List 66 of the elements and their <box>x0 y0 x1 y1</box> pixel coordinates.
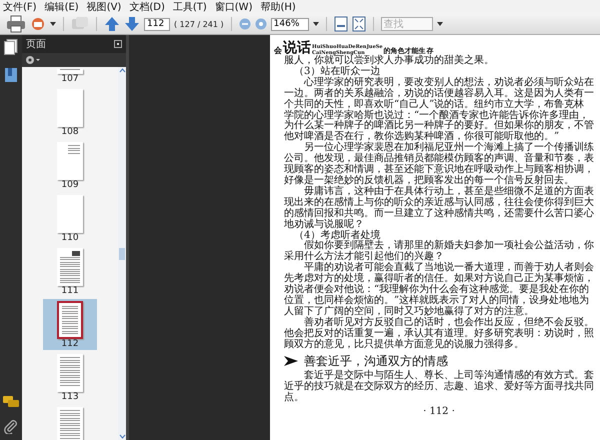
page-field[interactable]: 112 <box>144 18 170 30</box>
page-number-label: 110 <box>61 233 79 243</box>
subheading: （3）站在听众一边 <box>293 66 380 77</box>
scroll-up-icon[interactable] <box>118 67 126 74</box>
scroll-down-icon[interactable] <box>118 433 126 440</box>
pages-icon[interactable] <box>4 39 18 55</box>
paragraph: 毋庸讳言，这种由于在具体行动上，甚至是些细微不足道的方面表现出来的在感情上与你的听众的亲近感与认同感，往往会使你得到巨大的感情回报和共鸣。而一旦建立了这种感情共鸣，还需要什么苦口婆心地劝诫与说服呢？ <box>284 186 594 230</box>
paragraph: 平庸的劝说者可能会直截了当地说一番大道理，而善于劝人者则会先考虑对方的处境，赢得听者的信任。如果对方说自己正为某事烦恼，劝说者便会对他说：“我理解你为什么会有这种感觉。要是我处在你的位置，也同样会烦恼的。”这样就既表示了对人的同情，设身处地地为人留下了广阔的空间，同时又巧妙地赢得了对方的注意。 <box>284 263 594 317</box>
caret-icon[interactable] <box>436 22 443 26</box>
page-number: · 112 · <box>422 407 456 418</box>
menu-item[interactable]: 文档(D) <box>129 0 165 14</box>
paragraph: 另一位心理学家裴恩在加利福尼亚州一个海滩上搞了一个传播训练公司。他发现，最佳商品推销员都能模仿顾客的声调、音量和节奏，表现顾客的姿态和情调，甚至还能下意识地在呼吸动作上与顾客相协调，好像是一架绝妙的反馈机器，把顾客发出的每一个信号反射回去。 <box>284 143 594 186</box>
logo-text: 会 <box>274 45 282 56</box>
menu-item[interactable]: 帮助(H) <box>260 0 296 14</box>
fit-page-icon[interactable] <box>334 16 348 32</box>
comment-icon[interactable] <box>3 396 19 408</box>
page-thumbnail[interactable]: 111 <box>43 246 97 297</box>
page-thumbnail[interactable]: 113 <box>43 352 97 403</box>
paragraph: 假如你要到隔壁去，请那里的新婚夫妇参加一项社会公益活动，你采用什么方法才能引起他们的兴趣？ <box>284 241 594 262</box>
bookmark-icon[interactable] <box>4 67 18 83</box>
menu-item[interactable]: 工具(T) <box>172 0 207 14</box>
page-thumbnail[interactable]: 109 <box>43 140 97 191</box>
panel-title: 页面 <box>26 38 46 51</box>
page-preview <box>57 248 83 286</box>
subheading: （4）考虑听者处境 <box>293 230 380 240</box>
disabled-icon <box>71 16 89 32</box>
up-arrow-icon[interactable] <box>104 16 120 32</box>
page-thumbnail[interactable]: 110 <box>43 193 97 244</box>
search-field[interactable]: 查找 <box>380 17 433 31</box>
paragraph: 心理学家的研究表明，要改变别人的想法，劝说者必须与听众站在一边。两者的关系越融洽，劝说的话便越容易入耳。这是因为人类有一个共同的天性，即喜欢听“自己人”说的话。纽约市立大学，布鲁克林学院的心理学家哈斯也说过：“一个酿酒专家也许能告诉你许多理由，为什么某一种牌子的啤酒比另一种牌子的要好。但如果你的朋友，不管他对啤酒是否在行，教你选购某种啤酒，你很可能听取他的。” <box>284 78 594 142</box>
menu-item[interactable]: 文件(F) <box>3 0 37 14</box>
paperclip-icon[interactable] <box>4 420 18 434</box>
page-count: ( 127 / 241 ) <box>174 20 224 28</box>
panel-menu-icon[interactable] <box>114 40 122 48</box>
logo-title: 说话 <box>283 40 311 56</box>
down-arrow-icon[interactable] <box>124 16 140 32</box>
scrollbar-thumb[interactable] <box>119 248 125 260</box>
paragraph: 套近乎是交际中与陌生人、尊长、上司等沟通情感的有效方式。套近乎的技巧就是在交际双方的经历、志趣、追求、爱好等方面寻找共同点。 <box>284 371 594 404</box>
page-preview <box>57 301 83 339</box>
page-thumbnail[interactable]: 112 <box>43 299 97 350</box>
menu-item[interactable]: 视图(V) <box>86 0 122 14</box>
paragraph: 善劝者听见对方反驳自己的话时，也会作出反应，但绝不会反驳。他会把反对的话重复一遍，承认其有道理。好多研究表明：劝说时，照顾双方的意见，比只提供单方面意见的说服力强得多。 <box>284 318 594 350</box>
page-number-label: 111 <box>61 286 79 296</box>
full-screen-icon[interactable] <box>352 16 366 32</box>
menu-item[interactable]: 窗口(W) <box>214 0 252 14</box>
page-preview <box>57 89 83 127</box>
page-thumbnail[interactable]: 108 <box>43 87 97 138</box>
caret-icon[interactable] <box>312 22 319 26</box>
paragraph: 服人，你就可以尝到求人办事成功的甜美之果。 <box>284 56 495 66</box>
menu-item[interactable]: 编辑(E) <box>44 0 79 14</box>
page-thumbnail[interactable]: 107 <box>43 67 97 85</box>
scrollbar[interactable] <box>118 67 126 440</box>
page-number-label: 112 <box>61 339 79 349</box>
print-icon[interactable] <box>6 15 26 33</box>
page-number-label: 113 <box>61 392 79 402</box>
page-number-label: 107 <box>61 74 79 84</box>
arrowhead-icon <box>284 356 298 366</box>
options-gear-icon[interactable] <box>25 55 41 65</box>
page-number-label: 109 <box>61 180 79 190</box>
page-preview <box>57 142 83 180</box>
section-heading: 善套近乎，沟通双方的情感 <box>304 354 448 368</box>
page-preview <box>57 354 83 392</box>
zoom-field[interactable]: 146% <box>270 18 309 30</box>
page-preview <box>57 195 83 233</box>
caret-icon[interactable] <box>50 22 56 26</box>
page-number-label: 108 <box>61 127 79 137</box>
